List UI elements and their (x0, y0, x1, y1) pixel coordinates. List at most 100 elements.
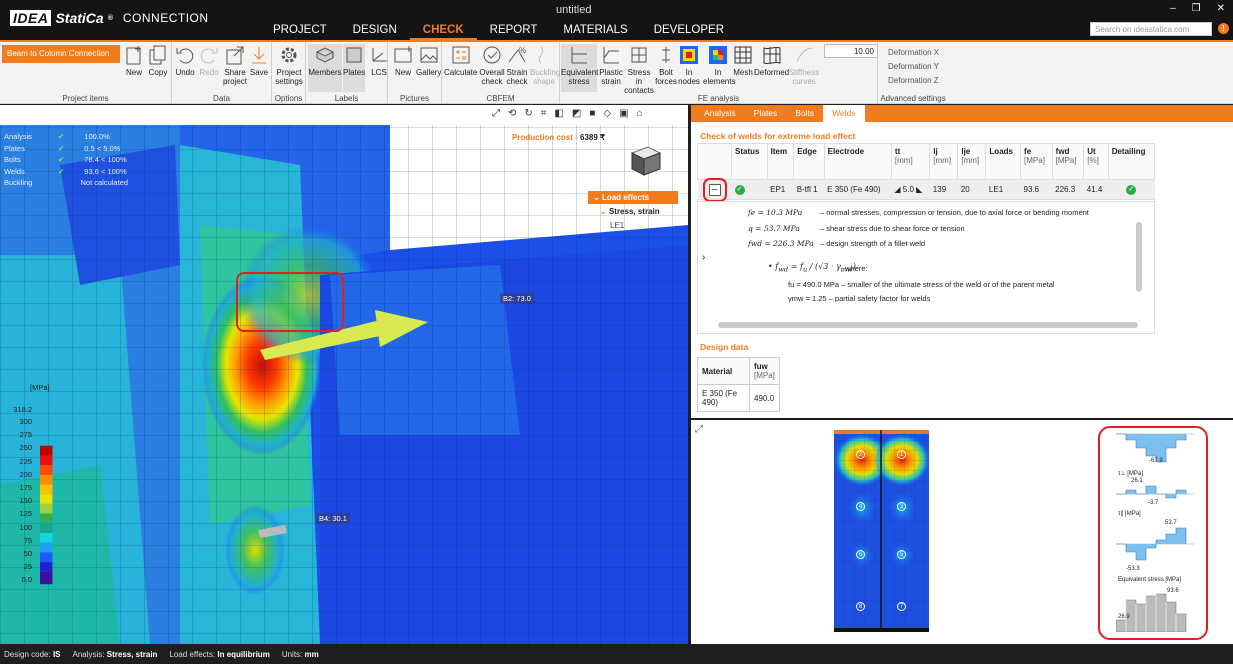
scale-tick: 300 (19, 417, 32, 426)
col-edge-label: Edge (797, 147, 817, 156)
members-icon (315, 47, 335, 63)
plates-button[interactable]: Plates (343, 44, 366, 92)
col-electrode[interactable]: Electrode (823, 143, 892, 180)
design-data-table: Material fuw [MPa] E 350 (Fe 490) 490.0 (697, 357, 780, 412)
menu-project[interactable]: PROJECT (260, 22, 340, 40)
buckling-shape-button[interactable]: Buckling shape (530, 44, 560, 86)
crop-icon[interactable]: ⌗ (541, 108, 547, 119)
save-label: Save (249, 68, 269, 77)
tab-welds[interactable]: Welds (823, 105, 865, 122)
members-button[interactable]: Members (308, 44, 342, 92)
col-detailing[interactable]: Detailing (1107, 143, 1156, 180)
mesh-button[interactable]: Mesh (732, 44, 754, 77)
view-side-icon[interactable]: ▣ (619, 108, 628, 119)
deformation-x[interactable]: Deformation X (888, 48, 939, 57)
undo-button[interactable]: Undo (174, 44, 196, 77)
col-lj[interactable]: lj [mm] (929, 143, 959, 180)
plot2-label: τ∥ [MPa] (1118, 511, 1141, 517)
tab-plates[interactable]: Plates (745, 105, 787, 122)
expand-icon[interactable]: ⤢ (695, 424, 703, 435)
deformation-y[interactable]: Deformation Y (888, 62, 939, 71)
strain-check-button[interactable]: % Strain check (504, 44, 530, 86)
menu-developer[interactable]: DEVELOPER (641, 22, 737, 40)
loads-cell: LE1 (985, 179, 1021, 200)
col-item[interactable]: Item (766, 143, 795, 180)
bolt-forces-button[interactable]: Bolt forces (654, 44, 678, 86)
view-tool-icon-3[interactable]: ↻ (524, 108, 532, 119)
summary-row: Buckling · Not calculated (4, 177, 128, 189)
new-button[interactable]: New (123, 44, 145, 77)
tab-analysis[interactable]: Analysis (695, 105, 745, 122)
menu-report[interactable]: REPORT (477, 22, 551, 40)
group-data: Undo Redo Share project Save Data (172, 42, 272, 104)
view-front-icon[interactable]: ◧ (554, 108, 563, 119)
col-tt[interactable]: tt [mm] (890, 143, 931, 180)
scale-tick: 125 (19, 509, 32, 519)
deformed-button[interactable]: Deformed (754, 44, 789, 77)
col-status[interactable]: Status (731, 143, 768, 180)
vertical-scrollbar[interactable] (1136, 222, 1142, 292)
col-edge[interactable]: Edge (793, 143, 825, 180)
check-icon: ✔ (58, 155, 65, 164)
lcs-icon (372, 48, 387, 62)
chevron-right-icon[interactable]: › (702, 252, 705, 263)
bolt-node: 5 (897, 550, 906, 559)
view-cube[interactable] (624, 141, 664, 181)
formula-q: q = 53.7 MPa (748, 224, 800, 233)
project-item-combo[interactable]: Beam to Column Connection (2, 45, 120, 63)
load-effect-le1[interactable]: LE1 (588, 219, 678, 232)
view-tool-icon-2[interactable]: ⟲ (508, 108, 516, 119)
group-project-items: Beam to Column Connection New Copy Proje… (0, 42, 172, 104)
horizontal-scrollbar[interactable] (718, 322, 1138, 328)
equivalent-stress-button[interactable]: Equivalent stress (561, 44, 598, 92)
save-button[interactable]: Save (248, 44, 270, 77)
deformation-scale-input[interactable]: 10.00 (824, 44, 878, 58)
stiffness-curves-button[interactable]: Stiffness curves (788, 44, 820, 86)
col-ut[interactable]: Ut [%] (1083, 143, 1109, 180)
stress-contacts-icon (631, 47, 647, 63)
plates-label: Plates (343, 68, 366, 77)
close-icon[interactable]: ✕ (1217, 3, 1225, 14)
load-effects-header[interactable]: ⌄ Load effects (588, 191, 678, 204)
search-input[interactable]: Search on ideastatica.com (1090, 22, 1212, 36)
status-units-label: Units: (281, 649, 303, 659)
maximize-icon[interactable]: ❐ (1192, 3, 1201, 14)
view-iso-icon[interactable]: ◩ (572, 108, 581, 119)
lcs-button[interactable]: LCS (368, 44, 390, 77)
col-lje[interactable]: lje [mm] (957, 143, 987, 180)
redo-button[interactable]: Redo (198, 44, 220, 77)
in-elements-button[interactable]: In elements (703, 44, 735, 86)
menu-check[interactable]: CHECK (409, 22, 477, 40)
in-nodes-button[interactable]: In nodes (677, 44, 701, 86)
view-tool-icon-1[interactable]: ⤢ (492, 108, 500, 119)
plastic-strain-button[interactable]: Plastic strain (598, 44, 624, 86)
3d-viewport[interactable]: ⤢ ⟲ ↻ ⌗ ◧ ◩ ■ ◇ ▣ ⌂ Production cost - 63… (0, 105, 688, 644)
col-loads[interactable]: Loads (985, 143, 1022, 180)
col-fe[interactable]: fe [MPa] (1020, 143, 1053, 180)
minimize-icon[interactable]: – (1170, 3, 1176, 14)
share-project-button[interactable]: Share project (222, 44, 248, 86)
tab-bolts[interactable]: Bolts (786, 105, 823, 122)
table-row[interactable]: – ✓ EP1 B-tfl 1 E 350 (Fe 490) ◢ 5.0 ◣ 1… (697, 177, 1155, 202)
load-effects-tree: ⌄ Load effects ⌄ Stress, strain LE1 (588, 191, 678, 232)
bolt-node-labels: 2 1 4 3 6 5 8 7 (834, 430, 929, 632)
stress-contacts-button[interactable]: Stress in contacts (624, 44, 654, 95)
gallery-button[interactable]: Gallery (416, 44, 441, 77)
menu-design[interactable]: DESIGN (340, 22, 410, 40)
home-icon[interactable]: ⌂ (637, 108, 643, 119)
calculate-button[interactable]: Calculate (444, 44, 477, 77)
project-settings-button[interactable]: Project settings (274, 44, 304, 86)
stress-strain-node[interactable]: ⌄ Stress, strain (588, 204, 678, 219)
view-perspective-icon[interactable]: ◇ (603, 108, 611, 119)
copy-button[interactable]: Copy (147, 44, 169, 77)
collapse-button[interactable]: – (702, 177, 727, 202)
col-fwd[interactable]: fwd [MPa] (1051, 143, 1085, 180)
lje-cell: 20 (957, 179, 986, 200)
fe-cell: 93.6 (1020, 179, 1053, 200)
info-icon[interactable]: ! (1218, 23, 1229, 34)
menu-materials[interactable]: MATERIALS (550, 22, 640, 40)
overall-check-button[interactable]: Overall check (478, 44, 506, 86)
deformation-z[interactable]: Deformation Z (888, 76, 939, 85)
picture-new-button[interactable]: New (392, 44, 414, 77)
view-cube-icon[interactable]: ■ (589, 108, 595, 119)
